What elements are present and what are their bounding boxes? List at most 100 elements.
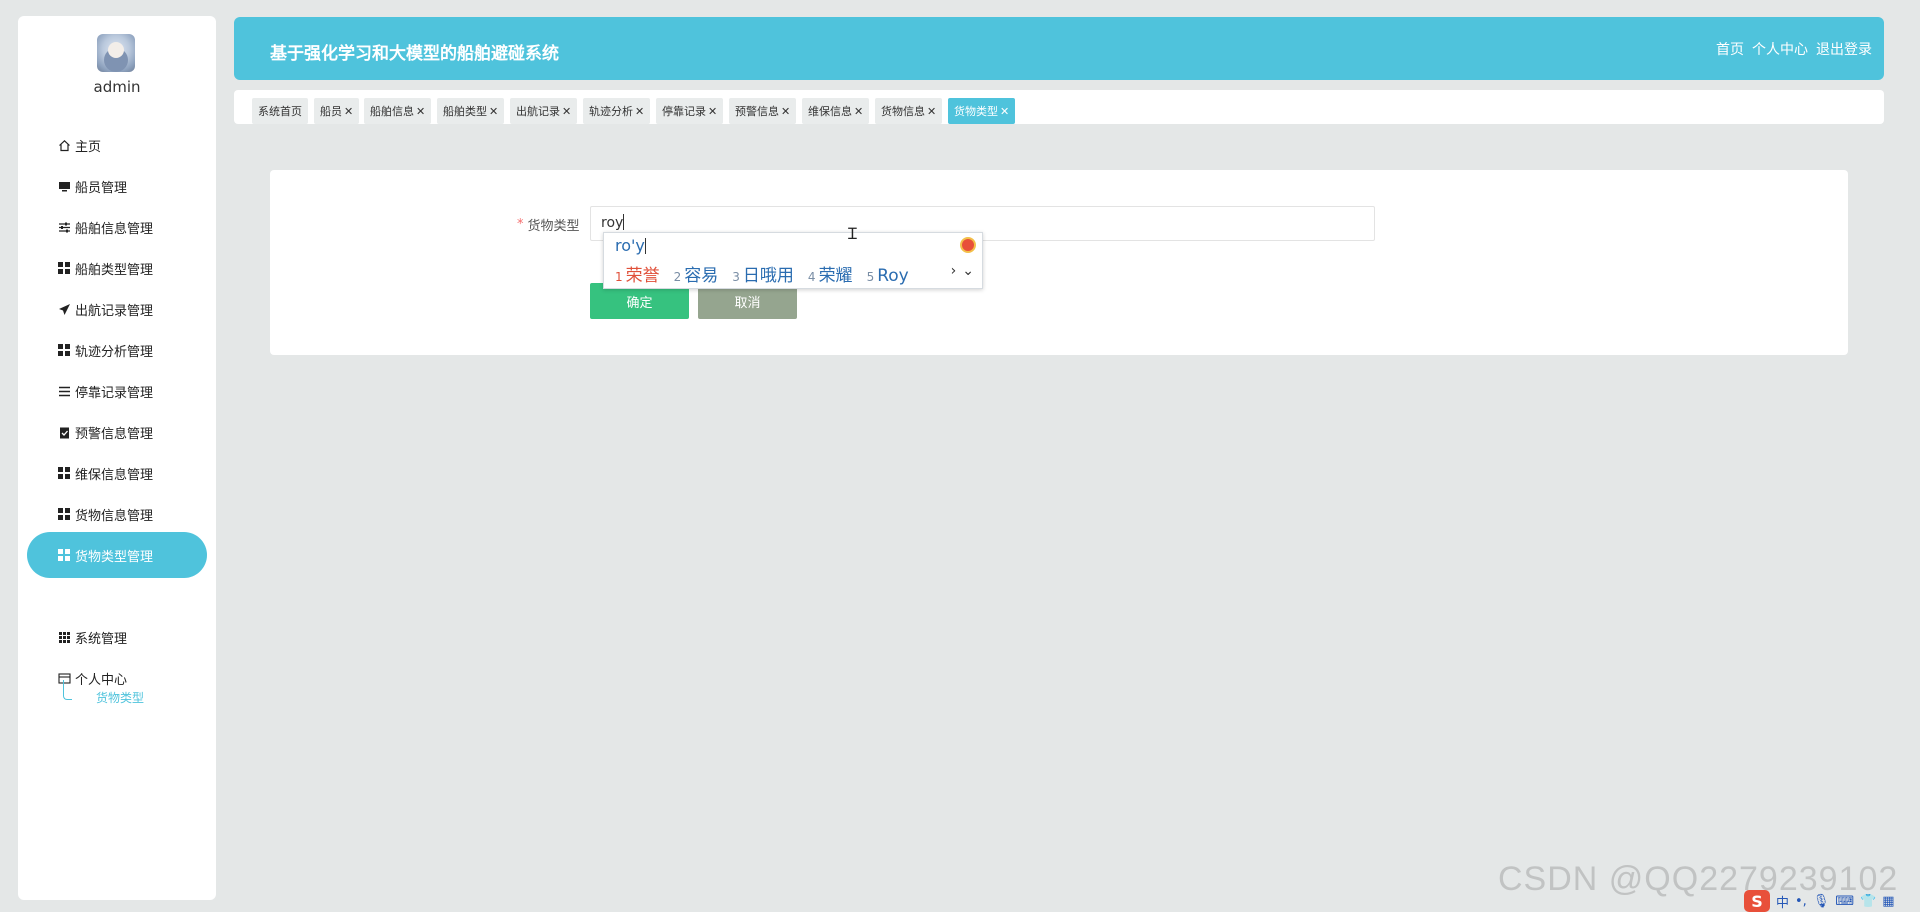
tab-label: 停靠记录 [662,105,706,118]
cargo-type-input-value: roy [601,215,624,231]
text-caret [623,214,625,230]
sidebar-item-warning[interactable]: 预警信息管理 [27,409,207,455]
ime-composition: ro'y [615,236,646,255]
grid-icon [57,548,71,562]
sidebar-item-ship-type[interactable]: 船舶类型管理 [27,245,207,291]
close-icon[interactable]: ✕ [562,105,571,118]
tab-maintenance[interactable]: 维保信息 ✕ [802,98,870,124]
ime-nav: › ⌄ [951,263,974,279]
candidate-number: 1 [615,270,623,284]
sidebar-item-label: 系统管理 [75,631,128,647]
sidebar-item-label: 维保信息管理 [75,467,154,483]
candidate-text: 荣耀 [818,266,853,286]
close-icon[interactable]: ✕ [344,105,353,118]
sidebar-item-maintenance[interactable]: 维保信息管理 [27,450,207,496]
sidebar-item-cargo-type[interactable]: 货物类型管理 [27,532,207,578]
sidebar-item-system[interactable]: 系统管理 [27,614,207,660]
tab-cargo-info[interactable]: 货物信息 ✕ [875,98,943,124]
tab-label: 维保信息 [808,105,852,118]
tab-voyage[interactable]: 出航记录 ✕ [510,98,578,124]
grid-icon [57,507,71,521]
required-mark: * [517,217,524,232]
sidebar-item-docking[interactable]: 停靠记录管理 [27,368,207,414]
close-icon[interactable]: ✕ [781,105,790,118]
sidebar-item-crew[interactable]: 船员管理 [27,163,207,209]
candidate-number: 5 [866,270,875,284]
ime-punctuation[interactable]: •, [1795,894,1807,909]
clipboard-check-icon [57,425,71,439]
tab-label: 预警信息 [735,105,779,118]
tab-home[interactable]: 系统首页 [252,98,308,124]
cargo-type-label-text: 货物类型 [527,219,580,234]
ime-candidate[interactable]: 5 Roy [867,266,909,286]
app-root: admin 主页 船员管理 船舶信息管理 船舶类型管理 出航记录管理 轨迹分析管… [0,0,1920,912]
candidate-text: 容易 [684,266,719,286]
tab-label: 系统首页 [258,105,302,118]
header-link-home[interactable]: 首页 [1716,39,1744,59]
tab-warning[interactable]: 预警信息 ✕ [729,98,797,124]
cargo-type-label: * 货物类型 [517,215,580,234]
chevron-right-icon[interactable]: › [951,263,957,279]
tab-ship-type[interactable]: 船舶类型 ✕ [437,98,505,124]
sidebar-item-label: 轨迹分析管理 [75,344,154,360]
ime-candidate-popup: ro'y 1 荣誉 2 容易 3 日哦用 4 荣耀 5 Roy › ⌄ [603,232,983,289]
ime-candidate[interactable]: 1 荣誉 [615,261,660,286]
keyboard-icon[interactable]: ⌨ [1835,894,1854,909]
form-card: * 货物类型 roy 确定 取消 [270,170,1848,355]
tab-label: 轨迹分析 [589,105,633,118]
tab-track[interactable]: 轨迹分析 ✕ [583,98,651,124]
ime-candidates: 1 荣誉 2 容易 3 日哦用 4 荣耀 5 Roy [615,261,909,286]
shirt-icon[interactable]: 👕 [1860,894,1876,909]
tab-label: 船员 [320,105,342,118]
sidebar-item-label: 货物类型管理 [75,549,154,565]
sidebar-item-label: 船舶信息管理 [75,221,154,237]
top-header: 基于强化学习和大模型的船舶避碰系统 首页 个人中心 退出登录 [234,17,1884,80]
tab-label: 货物信息 [881,105,925,118]
tab-crew[interactable]: 船员 ✕ [314,98,360,124]
ime-candidate[interactable]: 4 荣耀 [808,261,853,286]
sidebar-item-ship-info[interactable]: 船舶信息管理 [27,204,207,250]
sidebar-item-label: 停靠记录管理 [75,385,154,401]
tab-label: 出航记录 [516,105,560,118]
sidebar-subitem-cargo-type[interactable]: 货物类型 [96,689,144,706]
candidate-number: 3 [732,270,740,284]
ime-candidate[interactable]: 3 日哦用 [732,261,794,286]
avatar[interactable] [97,34,135,72]
text-cursor-icon: Ɪ [848,224,857,243]
grid-icon[interactable]: ▦ [1882,894,1894,909]
sidebar-item-label: 船员管理 [75,180,128,196]
tab-ship-info[interactable]: 船舶信息 ✕ [364,98,432,124]
chevron-down-icon[interactable]: ⌄ [962,263,974,279]
close-icon[interactable]: ✕ [1000,105,1009,118]
sidebar-item-label: 出航记录管理 [75,303,154,319]
header-link-profile[interactable]: 个人中心 [1752,39,1808,59]
header-link-logout[interactable]: 退出登录 [1816,39,1872,59]
text-caret [644,238,646,254]
sidebar-item-label: 货物信息管理 [75,508,154,524]
tab-label: 货物类型 [954,105,998,118]
tab-docking[interactable]: 停靠记录 ✕ [656,98,724,124]
sidebar-item-label: 主页 [75,139,102,155]
grid-icon [57,261,71,275]
ime-language[interactable]: 中 [1776,892,1789,911]
sidebar-item-track[interactable]: 轨迹分析管理 [27,327,207,373]
ime-logo-icon[interactable] [960,237,976,253]
sidebar-item-cargo-info[interactable]: 货物信息管理 [27,491,207,537]
tab-cargo-type[interactable]: 货物类型 ✕ [948,98,1016,124]
ime-candidate[interactable]: 2 容易 [674,261,719,286]
candidate-number: 2 [673,270,682,284]
close-icon[interactable]: ✕ [854,105,863,118]
sogou-logo-icon[interactable]: S [1744,890,1770,912]
close-icon[interactable]: ✕ [635,105,644,118]
close-icon[interactable]: ✕ [708,105,717,118]
close-icon[interactable]: ✕ [489,105,498,118]
candidate-number: 4 [807,270,816,284]
sidebar-item-home[interactable]: 主页 [27,122,207,168]
home-icon [57,138,71,152]
page-title: 基于强化学习和大模型的船舶避碰系统 [270,44,559,64]
ime-composition-text: ro'y [615,236,645,255]
microphone-icon[interactable]: 🎙 [1813,894,1830,909]
sidebar-item-voyage[interactable]: 出航记录管理 [27,286,207,332]
close-icon[interactable]: ✕ [416,105,425,118]
close-icon[interactable]: ✕ [927,105,936,118]
